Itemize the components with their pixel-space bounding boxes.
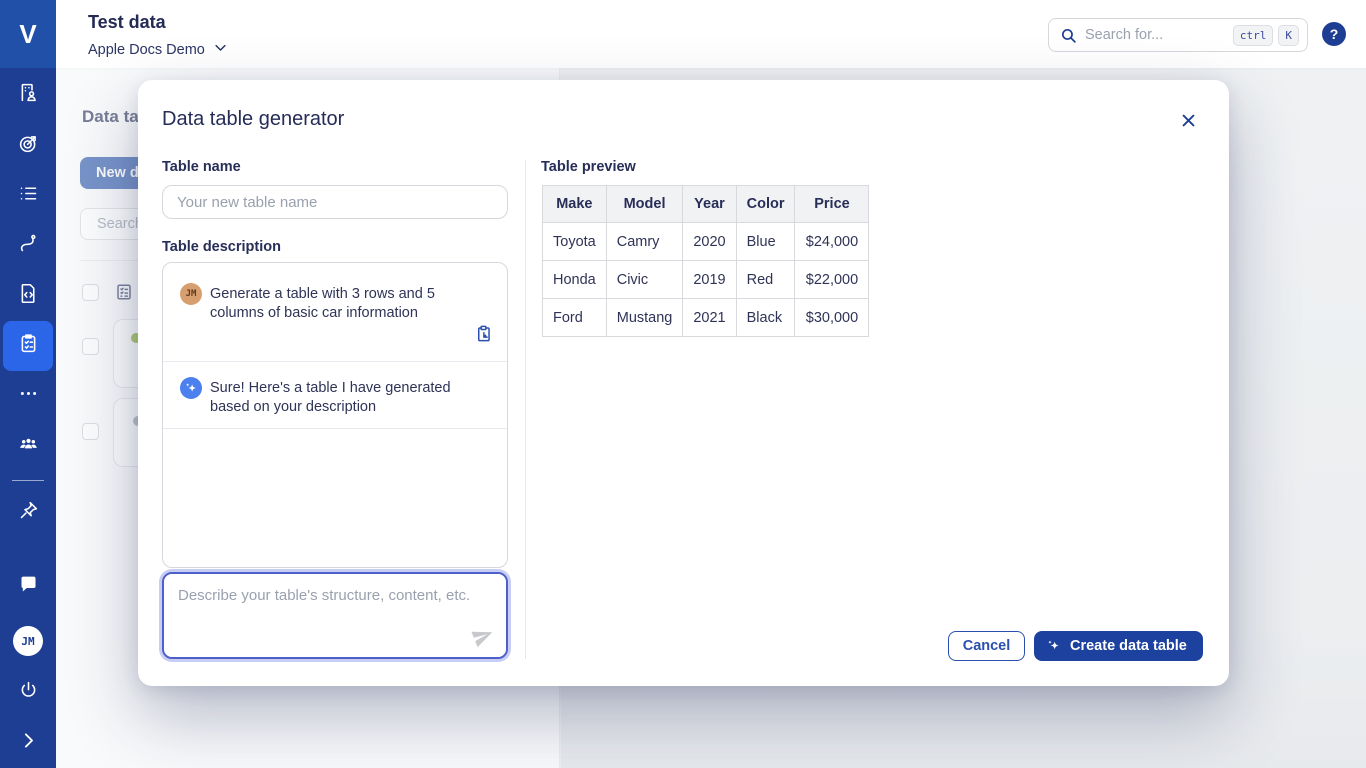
table-cell: Blue — [736, 223, 795, 261]
workspace-selector[interactable]: Apple Docs Demo — [88, 40, 228, 59]
create-data-table-button[interactable]: Create data table — [1034, 631, 1203, 661]
table-cell: Red — [736, 261, 795, 299]
sidebar-item-goals[interactable] — [0, 121, 56, 171]
table-name-input[interactable] — [162, 185, 508, 219]
preview-table: Make Model Year Color Price Toyota Camry… — [542, 185, 869, 337]
user-message-avatar: JM — [180, 283, 202, 305]
message-divider — [163, 361, 507, 362]
sidebar-item-chat[interactable] — [0, 562, 56, 612]
more-dots-icon — [18, 383, 39, 409]
table-cell: 2021 — [683, 299, 736, 337]
close-icon — [1180, 112, 1197, 132]
sparkle-icon — [1046, 638, 1062, 654]
page-title: Test data — [88, 12, 166, 33]
column-header: Model — [606, 186, 683, 223]
chat-bubble-icon — [18, 574, 39, 600]
search-icon — [1060, 27, 1077, 44]
table-name-label: Table name — [162, 159, 241, 175]
chevron-down-icon — [213, 40, 228, 59]
table-cell: Toyota — [543, 223, 607, 261]
table-cell: Honda — [543, 261, 607, 299]
shortcut-ctrl-key: ctrl — [1233, 25, 1274, 46]
global-search[interactable]: ctrl K — [1048, 18, 1308, 52]
column-header: Year — [683, 186, 736, 223]
column-header: Color — [736, 186, 795, 223]
data-table-icon — [18, 333, 39, 359]
copy-icon — [474, 331, 493, 346]
preview-table-header-row: Make Model Year Color Price — [543, 186, 869, 223]
table-cell: 2020 — [683, 223, 736, 261]
send-icon — [472, 635, 494, 650]
close-button[interactable] — [1172, 106, 1204, 138]
table-row: Ford Mustang 2021 Black $30,000 — [543, 299, 869, 337]
send-button[interactable] — [472, 625, 494, 647]
shortcut-k-key: K — [1278, 25, 1299, 46]
sidebar-divider — [12, 480, 44, 481]
target-icon — [18, 133, 39, 159]
description-chat-history: JM Generate a table with 3 rows and 5 co… — [162, 262, 508, 568]
data-table-generator-modal: Data table generator Table name Table de… — [138, 80, 1229, 686]
sidebar-item-data-tables[interactable] — [0, 321, 56, 371]
message-divider — [163, 428, 507, 429]
user-avatar[interactable]: JM — [13, 626, 43, 656]
top-header: Test data Apple Docs Demo ctrl K ? — [56, 0, 1366, 68]
route-icon — [18, 233, 39, 259]
sidebar-item-more[interactable] — [0, 371, 56, 421]
workspace-name: Apple Docs Demo — [88, 42, 205, 58]
prompt-input-container — [162, 572, 508, 659]
logo-letter: V — [19, 19, 36, 50]
user-message-text: Generate a table with 3 rows and 5 colum… — [210, 285, 468, 323]
pin-icon — [18, 500, 39, 526]
list-icon — [18, 183, 39, 209]
expand-chevron-icon — [18, 730, 39, 756]
ai-sparkle-avatar — [180, 377, 202, 399]
cancel-button[interactable]: Cancel — [948, 631, 1025, 661]
column-header: Make — [543, 186, 607, 223]
sidebar-item-logout[interactable] — [0, 668, 56, 718]
table-row: Toyota Camry 2020 Blue $24,000 — [543, 223, 869, 261]
app-logo[interactable]: V — [0, 0, 56, 68]
table-cell: 2019 — [683, 261, 736, 299]
search-input[interactable] — [1085, 27, 1228, 43]
table-description-input[interactable] — [164, 574, 506, 657]
table-row: Honda Civic 2019 Red $22,000 — [543, 261, 869, 299]
table-description-label: Table description — [162, 239, 281, 255]
table-cell: $24,000 — [795, 223, 869, 261]
sidebar-item-pinned[interactable] — [0, 488, 56, 538]
modal-column-divider — [525, 160, 526, 659]
sidebar-item-organization[interactable] — [0, 70, 56, 120]
sidebar-item-journeys[interactable] — [0, 221, 56, 271]
users-icon — [18, 433, 39, 459]
create-button-label: Create data table — [1070, 638, 1187, 654]
assistant-message-text: Sure! Here's a table I have generated ba… — [210, 379, 468, 417]
table-cell: Civic — [606, 261, 683, 299]
app-screen: V — [0, 0, 1366, 768]
table-cell: Camry — [606, 223, 683, 261]
help-button[interactable]: ? — [1322, 22, 1346, 46]
sidebar-item-code-docs[interactable] — [0, 271, 56, 321]
table-cell: $22,000 — [795, 261, 869, 299]
table-preview-label: Table preview — [541, 159, 636, 175]
sidebar: V — [0, 0, 56, 768]
sidebar-item-users[interactable] — [0, 421, 56, 471]
column-header: Price — [795, 186, 869, 223]
code-document-icon — [18, 283, 39, 309]
building-user-icon — [18, 82, 39, 108]
modal-title: Data table generator — [162, 108, 344, 131]
table-cell: Mustang — [606, 299, 683, 337]
avatar-initials: JM — [21, 635, 34, 648]
copy-message-button[interactable] — [473, 324, 493, 344]
sidebar-item-list[interactable] — [0, 171, 56, 221]
power-icon — [18, 680, 39, 706]
table-cell: $30,000 — [795, 299, 869, 337]
table-cell: Black — [736, 299, 795, 337]
table-cell: Ford — [543, 299, 607, 337]
sidebar-expand-button[interactable] — [0, 718, 56, 768]
